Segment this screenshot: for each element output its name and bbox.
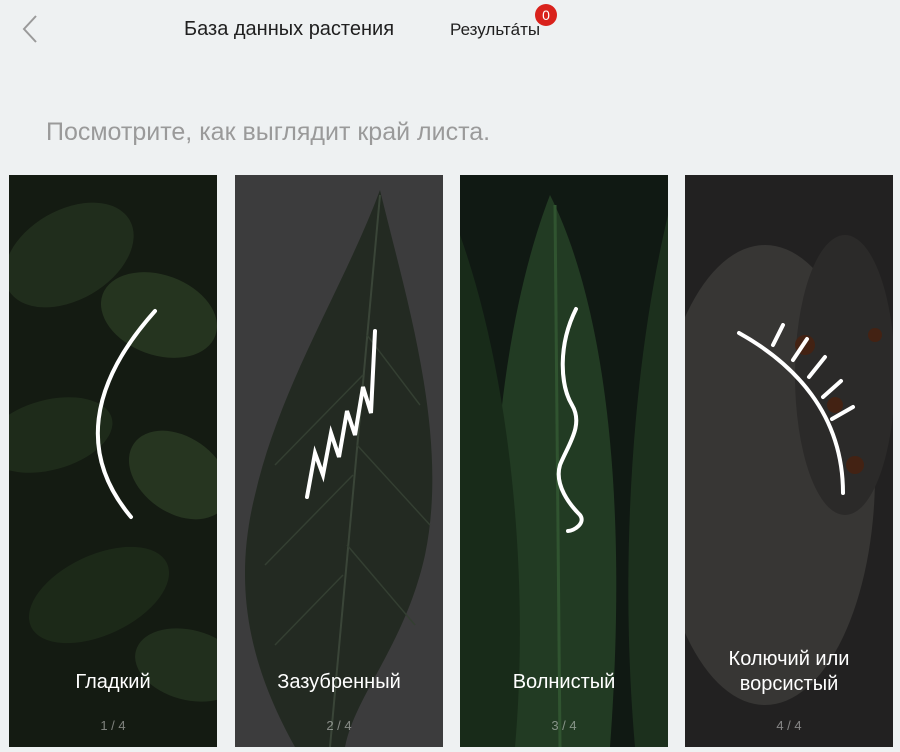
card-pager: 2 / 4 <box>326 718 352 733</box>
card-spiny[interactable]: Колючий или ворсистый 4 / 4 <box>685 175 893 747</box>
card-label-spiny: Колючий или ворсистый <box>728 648 850 695</box>
instruction-text: Посмотрите, как выглядит край листа. <box>46 118 491 146</box>
smooth-edge-icon <box>95 309 157 519</box>
card-label-smooth: Гладкий <box>75 671 151 693</box>
card-wavy[interactable]: Волнистый 3 / 4 <box>460 175 668 747</box>
card-pager: 1 / 4 <box>100 718 126 733</box>
header: База данных растения Результáты 0 <box>0 0 900 62</box>
page-title: База данных растения <box>184 18 395 40</box>
results-button[interactable]: Результáты <box>450 20 540 40</box>
card-serrated[interactable]: Зазубренный 2 / 4 <box>235 175 443 747</box>
spiny-edge-icon <box>737 323 855 495</box>
back-arrow-icon[interactable] <box>14 12 48 46</box>
card-pager: 3 / 4 <box>551 718 577 733</box>
wavy-edge-icon <box>556 307 584 533</box>
results-count-badge: 0 <box>535 4 557 26</box>
card-pager: 4 / 4 <box>776 718 802 733</box>
serrated-edge-icon <box>305 329 377 499</box>
card-label-serrated: Зазубренный <box>277 671 401 693</box>
card-smooth[interactable]: Гладкий 1 / 4 <box>9 175 217 747</box>
card-label-wavy: Волнистый <box>512 671 616 693</box>
